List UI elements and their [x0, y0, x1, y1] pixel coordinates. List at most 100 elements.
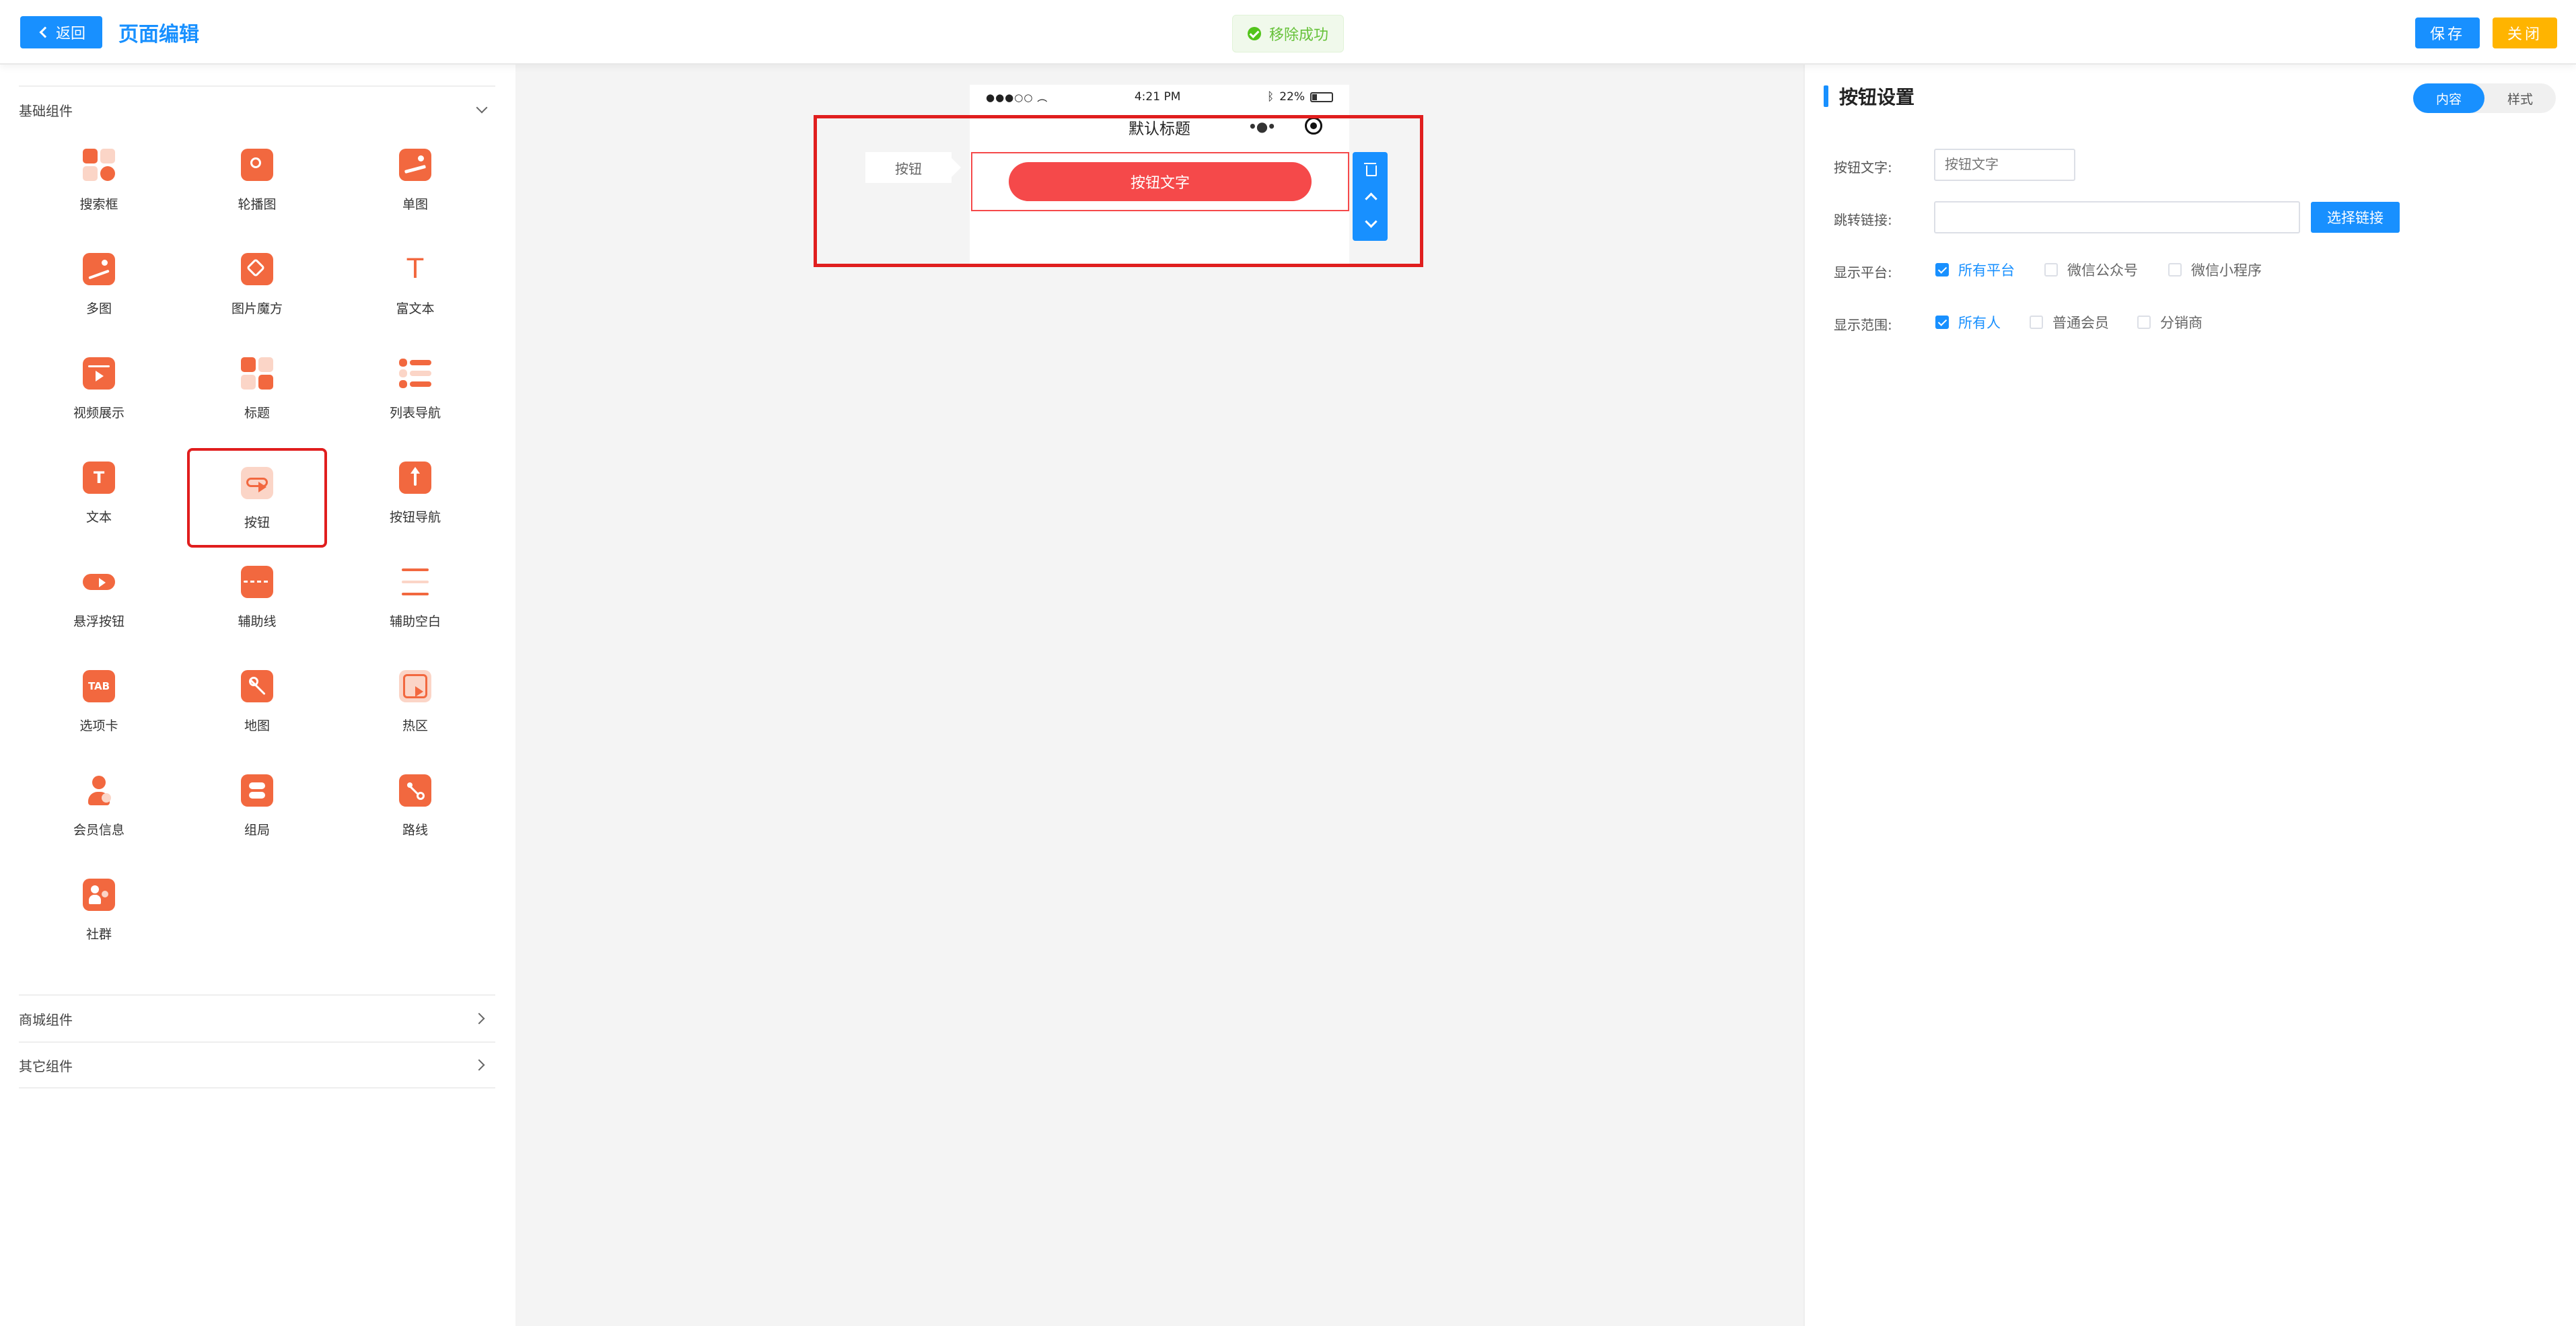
component-guide-line[interactable]: 辅助线: [190, 550, 324, 644]
back-button-label: 返回: [55, 26, 85, 42]
save-button[interactable]: 保存: [2415, 17, 2480, 48]
button-text-label: 按钮文字:: [1834, 159, 1892, 176]
link-label: 跳转链接:: [1834, 212, 1892, 228]
component-label: 辅助线: [238, 614, 277, 629]
checkbox-wechat-mini[interactable]: 微信小程序: [2168, 260, 2262, 280]
component-hotspot[interactable]: 热区: [348, 654, 482, 748]
top-header: 返回 页面编辑 移除成功 保存 关闭: [0, 0, 2576, 65]
component-float-button[interactable]: 悬浮按钮: [32, 550, 166, 644]
checkbox-icon: [2168, 263, 2182, 277]
component-carousel[interactable]: 轮播图: [190, 133, 324, 227]
single-image-icon: [399, 149, 431, 181]
guide-line-icon: [241, 566, 273, 598]
choose-link-button[interactable]: 选择链接: [2311, 202, 2400, 233]
map-icon: [241, 670, 273, 702]
video-icon: [83, 357, 115, 390]
component-title[interactable]: 标题: [190, 341, 324, 435]
component-label: 视频展示: [73, 406, 124, 420]
component-label: 选项卡: [79, 719, 118, 733]
move-down-icon[interactable]: [1360, 213, 1380, 233]
component-label: 按钮导航: [389, 510, 441, 525]
trash-icon[interactable]: [1360, 159, 1380, 180]
component-text[interactable]: T 文本: [32, 445, 166, 540]
success-toast: 移除成功: [1232, 15, 1344, 52]
component-member-info[interactable]: 会员信息: [32, 758, 166, 852]
button-text-input[interactable]: [1934, 149, 2075, 181]
checkbox-distributor[interactable]: 分销商: [2137, 312, 2203, 332]
checkbox-icon: [2137, 316, 2151, 329]
community-icon: [83, 879, 115, 911]
move-up-icon[interactable]: [1360, 186, 1380, 207]
section-label: 商城组件: [19, 1011, 73, 1028]
status-time: 4:21 PM: [1134, 90, 1181, 104]
signal-text: ●●●○○: [986, 91, 1034, 104]
section-label: 其它组件: [19, 1058, 73, 1074]
chevron-left-icon: [39, 26, 51, 38]
component-rich-text[interactable]: T 富文本: [348, 237, 482, 331]
checkbox-icon: [2030, 316, 2043, 329]
component-list-nav[interactable]: 列表导航: [348, 341, 482, 435]
component-label: 单图: [402, 197, 428, 212]
tab-content[interactable]: 内容: [2413, 83, 2484, 113]
component-map[interactable]: 地图: [190, 654, 324, 748]
component-community[interactable]: 社群: [32, 862, 166, 957]
checkbox-all-platforms[interactable]: 所有平台: [1935, 260, 2015, 280]
component-toolbar: [1353, 152, 1388, 241]
title-accent-bar: [1824, 85, 1828, 107]
preview-button[interactable]: 按钮文字: [1009, 162, 1312, 201]
component-label: 热区: [402, 719, 428, 733]
component-route[interactable]: 路线: [348, 758, 482, 852]
text-icon: T: [83, 462, 115, 494]
tab-style[interactable]: 样式: [2484, 83, 2556, 113]
component-label: 轮播图: [238, 197, 277, 212]
checkbox-label: 所有人: [1958, 315, 2001, 331]
section-label: 基础组件: [19, 102, 73, 119]
section-mall-components[interactable]: 商城组件: [19, 994, 495, 1041]
chevron-right-icon: [473, 1012, 485, 1025]
close-button[interactable]: 关闭: [2493, 17, 2557, 48]
component-button[interactable]: 按钮: [187, 448, 327, 548]
checkbox-label: 普通会员: [2052, 315, 2109, 331]
component-label: 多图: [85, 301, 112, 316]
component-blank-space[interactable]: 辅助空白: [348, 550, 482, 644]
signal-icon: ●●●○○ ︵: [986, 91, 1048, 104]
float-button-icon: [83, 574, 115, 590]
component-label: 搜索框: [79, 197, 118, 212]
component-label: 社群: [85, 927, 112, 942]
carousel-icon: [241, 149, 273, 181]
page-title: 页面编辑: [118, 23, 199, 46]
toast-text: 移除成功: [1268, 27, 1328, 44]
checkbox-checked-icon: [1935, 316, 1949, 329]
bluetooth-icon: ᛒ: [1266, 90, 1275, 104]
component-label: 富文本: [396, 301, 435, 316]
component-video[interactable]: 视频展示: [32, 341, 166, 435]
checkbox-everyone[interactable]: 所有人: [1935, 312, 2001, 332]
checkbox-wechat-official[interactable]: 微信公众号: [2044, 260, 2138, 280]
component-label: 辅助空白: [389, 614, 441, 629]
title-icon: [241, 357, 273, 390]
phone-status-bar: ●●●○○ ︵ 4:21 PM ᛒ 22%: [970, 85, 1349, 109]
back-button[interactable]: 返回: [20, 16, 102, 48]
component-single-image[interactable]: 单图: [348, 133, 482, 227]
component-tab[interactable]: TAB 选项卡: [32, 654, 166, 748]
button-nav-icon: [399, 462, 431, 494]
route-icon: [399, 774, 431, 807]
search-box-icon: [83, 149, 115, 181]
component-label: 会员信息: [73, 823, 124, 838]
section-basic-components[interactable]: 基础组件: [19, 85, 495, 133]
component-label: 按钮: [244, 515, 270, 530]
section-other-components[interactable]: 其它组件: [19, 1041, 495, 1089]
component-search-box[interactable]: 搜索框: [32, 133, 166, 227]
link-input[interactable]: [1934, 201, 2300, 233]
member-info-icon: [83, 774, 115, 807]
checkbox-regular-member[interactable]: 普通会员: [2030, 312, 2109, 332]
component-label: 悬浮按钮: [73, 614, 124, 629]
component-multi-image[interactable]: 多图: [32, 237, 166, 331]
component-group[interactable]: 组局: [190, 758, 324, 852]
button-icon: [241, 467, 273, 499]
component-button-nav[interactable]: 按钮导航: [348, 445, 482, 540]
component-label: 列表导航: [389, 406, 441, 420]
component-image-cube[interactable]: 图片魔方: [190, 237, 324, 331]
component-label: 图片魔方: [231, 301, 283, 316]
group-icon: [241, 774, 273, 807]
